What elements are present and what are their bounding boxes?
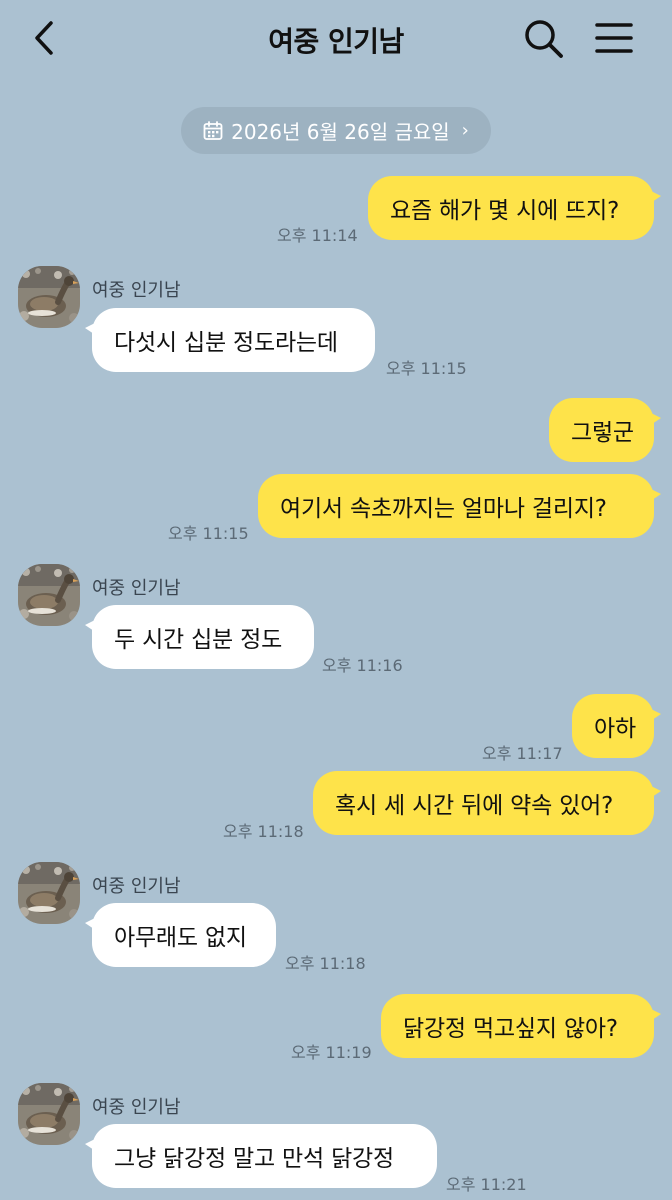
message-time: 오후 11:14 xyxy=(277,226,358,245)
sender-name: 여중 인기남 xyxy=(92,876,181,897)
sender-name: 여중 인기남 xyxy=(92,578,181,599)
my-message-bubble[interactable]: 그렇군 xyxy=(549,398,661,462)
message-text: 혹시 세 시간 뒤에 약속 있어? xyxy=(335,793,614,819)
their-message-bubble[interactable]: 두 시간 십분 정도 xyxy=(85,605,314,669)
my-message-bubble[interactable]: 여기서 속초까지는 얼마나 걸리지? xyxy=(258,474,661,538)
message-time: 오후 11:15 xyxy=(168,524,249,543)
my-message-bubble[interactable]: 혹시 세 시간 뒤에 약속 있어? xyxy=(313,771,661,835)
message-text: 두 시간 십분 정도 xyxy=(114,627,283,653)
goose-avatar xyxy=(18,1083,80,1145)
my-message-bubble[interactable]: 닭강정 먹고싶지 않아? xyxy=(381,994,661,1058)
message-text: 다섯시 십분 정도라는데 xyxy=(114,330,338,356)
message-time: 오후 11:17 xyxy=(482,744,563,763)
search-icon xyxy=(525,20,563,58)
chevron-right-icon: › xyxy=(461,120,469,141)
contact-avatar[interactable] xyxy=(18,266,80,328)
their-message-bubble[interactable]: 아무래도 없지 xyxy=(85,903,276,967)
contact-avatar[interactable] xyxy=(18,564,80,626)
message-time: 오후 11:21 xyxy=(446,1175,527,1194)
message-time: 오후 11:16 xyxy=(322,656,403,675)
message-text: 여기서 속초까지는 얼마나 걸리지? xyxy=(280,496,607,522)
contact-avatar[interactable] xyxy=(18,1083,80,1145)
search-button[interactable] xyxy=(522,18,566,60)
menu-button[interactable] xyxy=(594,20,634,56)
my-message-bubble[interactable]: 요즘 해가 몇 시에 뜨지? xyxy=(368,176,661,240)
message-time: 오후 11:18 xyxy=(223,822,304,841)
message-text: 그렇군 xyxy=(571,420,634,446)
goose-avatar xyxy=(18,266,80,328)
message-time: 오후 11:18 xyxy=(285,954,366,973)
sender-name: 여중 인기남 xyxy=(92,280,181,301)
chat-header: 여중 인기남 xyxy=(0,0,672,78)
goose-avatar xyxy=(18,564,80,626)
their-message-bubble[interactable]: 다섯시 십분 정도라는데 xyxy=(85,308,375,372)
chat-title: 여중 인기남 xyxy=(268,25,404,58)
message-time: 오후 11:15 xyxy=(386,359,467,378)
their-message-bubble[interactable]: 그냥 닭강정 말고 만석 닭강정 xyxy=(85,1124,437,1188)
message-time: 오후 11:19 xyxy=(291,1043,372,1062)
message-text: 그냥 닭강정 말고 만석 닭강정 xyxy=(114,1146,394,1172)
message-text: 요즘 해가 몇 시에 뜨지? xyxy=(390,198,620,224)
date-divider[interactable]: 2026년 6월 26일 금요일 › xyxy=(181,107,491,154)
calendar-icon xyxy=(203,120,223,140)
date-label: 2026년 6월 26일 금요일 xyxy=(231,120,450,144)
my-message-bubble[interactable]: 아하 xyxy=(572,694,661,758)
hamburger-menu-icon xyxy=(595,23,633,53)
contact-avatar[interactable] xyxy=(18,862,80,924)
goose-avatar xyxy=(18,862,80,924)
message-text: 아하 xyxy=(594,716,636,742)
sender-name: 여중 인기남 xyxy=(92,1097,181,1118)
message-text: 닭강정 먹고싶지 않아? xyxy=(403,1016,618,1042)
message-text: 아무래도 없지 xyxy=(114,925,247,951)
